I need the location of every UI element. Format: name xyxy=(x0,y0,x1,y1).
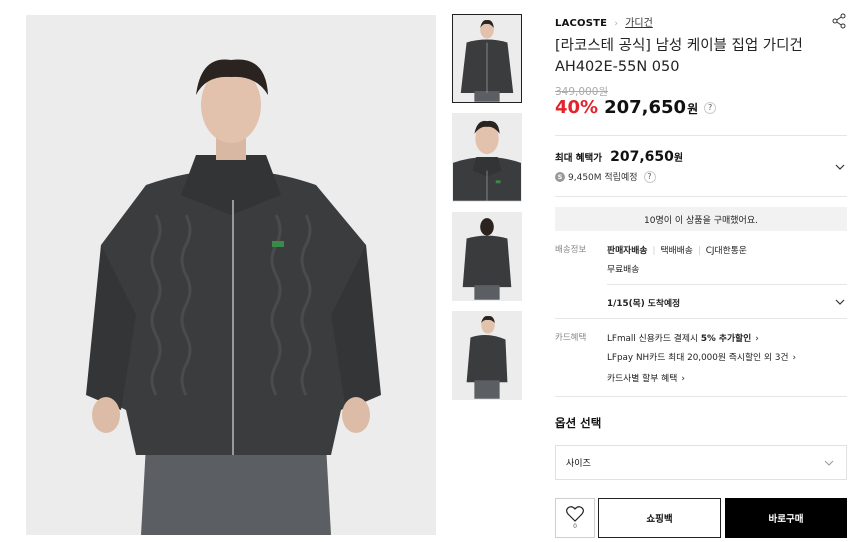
thumbnail-back-image xyxy=(453,213,521,300)
card-benefit-lfmall[interactable]: LFmall 신용카드 결제시 5% 추가할인 › xyxy=(607,331,759,344)
product-title: [라코스테 공식] 남성 케이블 집업 가디건 AH402E-55N 050 xyxy=(555,38,803,75)
points-text: 9,450M 적립예정 xyxy=(568,173,638,183)
card-benefit-label: 카드혜택 xyxy=(555,333,587,343)
arrow-right-icon: › xyxy=(681,374,685,384)
thumbnail-side[interactable] xyxy=(452,311,522,400)
shipping-carrier: CJ대한통운 xyxy=(705,246,747,256)
chevron-down-icon xyxy=(824,460,834,466)
arrival-row[interactable]: 1/15(목) 도착예정 xyxy=(607,296,680,309)
breadcrumb: LACOSTE › 가디건 xyxy=(555,13,847,30)
wishlist-button[interactable]: 0 xyxy=(555,498,595,538)
card-benefit-lfmall-text: LFmall 신용카드 결제시 xyxy=(607,334,701,344)
wishlist-count: 0 xyxy=(573,523,577,530)
buy-now-button[interactable]: 바로구매 xyxy=(725,498,847,538)
sale-price: 207,650 xyxy=(604,97,687,118)
max-benefit-section[interactable]: 최대 혜택가 207,650원 S 9,450M 적립예정 ? xyxy=(555,146,847,192)
thumbnail-front[interactable] xyxy=(452,14,522,103)
price-row: 40% 207,650 원 ? xyxy=(555,97,717,121)
model-cardigan-illustration xyxy=(26,15,436,535)
sale-price-currency: 원 xyxy=(687,102,699,116)
discount-rate: 40% xyxy=(555,97,599,118)
divider xyxy=(555,135,847,136)
arrow-right-icon: › xyxy=(755,334,759,344)
arrival-date: 1/15(목) 도착예정 xyxy=(607,299,681,309)
shipping-fee: 무료배송 xyxy=(607,265,640,275)
card-benefit-lfpay[interactable]: LFpay NH카드 최대 20,000원 즉시할인 외 3건 › xyxy=(607,350,796,363)
thumbnail-back[interactable] xyxy=(452,212,522,301)
brand-link[interactable]: LACOSTE xyxy=(555,18,607,29)
shipping-type: 판매자배송 xyxy=(607,246,648,256)
max-benefit-currency: 원 xyxy=(673,153,684,164)
size-select-placeholder: 사이즈 xyxy=(566,459,591,469)
price-help-icon[interactable]: ? xyxy=(704,101,717,114)
divider xyxy=(607,284,847,285)
size-select[interactable]: 사이즈 xyxy=(555,445,847,480)
thumbnail-front-image xyxy=(453,15,521,102)
thumbnail-closeup-image xyxy=(453,114,521,201)
card-benefit-lfpay-text: LFpay NH카드 최대 20,000원 즉시할인 외 3건 xyxy=(607,353,789,363)
buyers-banner: 10명이 이 상품을 구매했어요. xyxy=(555,207,847,231)
arrow-right-icon: › xyxy=(792,353,797,363)
chevron-down-icon[interactable] xyxy=(835,162,845,172)
chevron-down-icon[interactable] xyxy=(835,297,845,307)
heart-icon xyxy=(566,506,584,522)
action-buttons: 0 쇼핑백 바로구매 xyxy=(555,498,847,538)
card-benefit-installment-text: 카드사별 할부 혜택 xyxy=(607,374,678,384)
coin-icon: S xyxy=(555,171,565,182)
thumbnail-list xyxy=(452,14,522,410)
shipping-methods: 판매자배송 | 택배배송 | CJ대한통운 xyxy=(607,246,747,256)
thumbnail-closeup[interactable] xyxy=(452,113,522,202)
thumbnail-side-image xyxy=(453,312,521,399)
shipping-label: 배송정보 xyxy=(555,245,587,255)
option-select-title: 옵션 선택 xyxy=(555,416,602,430)
divider xyxy=(555,396,847,397)
main-product-image[interactable] xyxy=(26,15,436,535)
shopping-bag-button[interactable]: 쇼핑백 xyxy=(598,498,721,538)
breadcrumb-separator: › xyxy=(614,19,619,29)
shipping-method: 택배배송 xyxy=(660,246,693,256)
max-benefit-label: 최대 혜택가 xyxy=(555,153,603,164)
points-help-icon[interactable]: ? xyxy=(643,170,656,183)
product-info-panel: LACOSTE › 가디건 [라코스테 공식] 남성 케이블 집업 가디건 AH… xyxy=(555,0,847,542)
share-icon[interactable] xyxy=(831,13,847,29)
category-link[interactable]: 가디건 xyxy=(625,18,653,29)
points-row: S 9,450M 적립예정 ? xyxy=(555,170,847,183)
max-benefit-price: 207,650 xyxy=(610,149,674,165)
card-benefit-lfmall-discount: 5% 추가할인 xyxy=(700,334,752,344)
card-benefit-installment[interactable]: 카드사별 할부 혜택 › xyxy=(607,371,685,384)
divider xyxy=(555,318,847,319)
divider xyxy=(555,196,847,197)
